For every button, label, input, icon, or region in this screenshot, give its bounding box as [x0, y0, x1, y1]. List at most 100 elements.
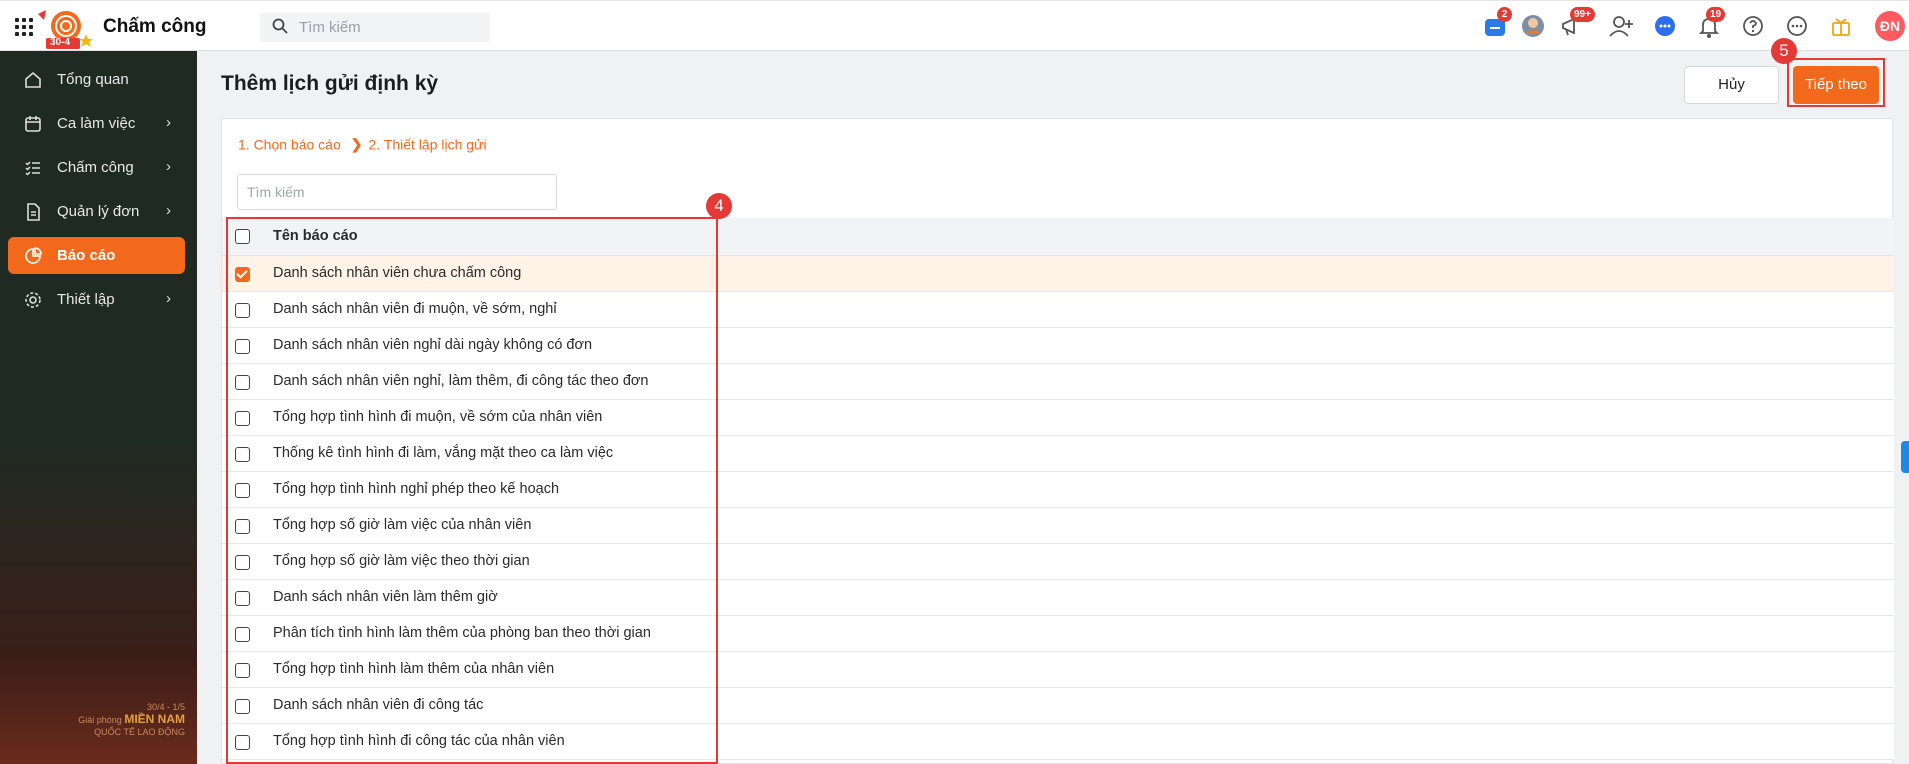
row-checkbox[interactable]	[235, 519, 250, 534]
table-row[interactable]: Danh sách nhân viên nghỉ dài ngày không …	[222, 328, 1894, 364]
row-checkbox[interactable]	[235, 591, 250, 606]
breadcrumb-step-2[interactable]: 2. Thiết lập lịch gửi	[368, 136, 486, 152]
sidebar-item-overview[interactable]: Tổng quan	[8, 61, 185, 98]
side-drawer-handle[interactable]	[1901, 441, 1909, 473]
table-row[interactable]: Tổng hợp tình hình làm thêm của nhân viê…	[222, 652, 1894, 688]
table-row[interactable]: Tổng hợp tình hình đi muộn, về sớm của n…	[222, 400, 1894, 436]
row-checkbox[interactable]	[235, 735, 250, 750]
checklist-icon	[25, 161, 40, 176]
report-name: Tổng hợp số giờ làm việc theo thời gian	[273, 553, 530, 569]
table-row[interactable]: Thống kê tình hình đi làm, vắng mặt theo…	[222, 436, 1894, 472]
row-checkbox[interactable]	[235, 339, 250, 354]
table-row[interactable]: Tổng hợp số giờ làm việc theo thời gian	[222, 544, 1894, 580]
more-icon[interactable]	[1782, 11, 1812, 41]
row-checkbox[interactable]	[235, 267, 250, 282]
chat-icon[interactable]	[1650, 11, 1680, 41]
row-checkbox[interactable]	[235, 411, 250, 426]
annotation-marker-4: 4	[706, 193, 732, 219]
row-checkbox[interactable]	[235, 303, 250, 318]
report-search-input[interactable]: Tìm kiếm	[237, 174, 557, 210]
page-title: Thêm lịch gửi định kỳ	[221, 72, 439, 95]
notify-badge: 19	[1706, 7, 1726, 22]
document-icon	[27, 203, 40, 221]
row-checkbox[interactable]	[235, 375, 250, 390]
cancel-button[interactable]: Hủy	[1684, 66, 1779, 104]
column-header-report-name: Tên báo cáo	[273, 228, 358, 244]
table-row[interactable]: Tổng hợp tình hình đi công tác của nhân …	[222, 724, 1894, 760]
logo-badge-text: 30-4	[50, 37, 71, 48]
report-selection-panel: 1. Chọn báo cáo ❯ 2. Thiết lập lịch gửi Tì…	[221, 118, 1894, 764]
report-name: Phân tích tình hình làm thêm của phòng b…	[273, 625, 651, 641]
table-row[interactable]: Tổng hợp số giờ làm việc của nhân viên	[222, 508, 1894, 544]
app-logo[interactable]: 30-4	[36, 8, 100, 50]
table-row[interactable]: Tổng hợp tình hình nghỉ phép theo kế hoạ…	[222, 472, 1894, 508]
top-bar: 30-4 Chấm công Tìm kiếm 2 99+ 19 ĐN	[0, 0, 1909, 51]
row-checkbox[interactable]	[235, 555, 250, 570]
sidebar-item-reports[interactable]: Báo cáo	[8, 237, 185, 274]
megaphone-icon[interactable]: 99+	[1558, 7, 1595, 41]
global-search[interactable]: Tìm kiếm	[260, 13, 490, 42]
sidebar-item-label: Ca làm việc	[57, 115, 136, 132]
sidebar-item-label: Tổng quan	[57, 71, 129, 88]
cart-badge: 2	[1497, 7, 1512, 22]
report-name: Tổng hợp tình hình làm thêm của nhân viê…	[273, 661, 555, 677]
promo-prefix: Giải phóng	[78, 715, 122, 725]
sidebar-item-settings[interactable]: Thiết lập ›	[8, 281, 185, 318]
promo-subline: QUỐC TẾ LAO ĐỘNG	[94, 727, 185, 737]
gear-icon	[25, 292, 41, 308]
row-checkbox[interactable]	[235, 447, 250, 462]
breadcrumb-step-1[interactable]: 1. Chọn báo cáo	[238, 136, 341, 152]
row-checkbox[interactable]	[235, 483, 250, 498]
apps-grid-icon[interactable]	[15, 18, 33, 36]
row-checkbox[interactable]	[235, 699, 250, 714]
add-user-icon[interactable]	[1606, 11, 1636, 41]
bell-icon[interactable]: 19	[1694, 7, 1726, 41]
annotation-marker-5: 5	[1771, 38, 1797, 64]
gift-icon[interactable]	[1826, 11, 1856, 41]
sidebar-item-requests[interactable]: Quản lý đơn ›	[8, 193, 185, 230]
table-header: Tên báo cáo	[222, 218, 1894, 256]
next-button[interactable]: Tiếp theo	[1793, 66, 1879, 104]
table-row[interactable]: Danh sách nhân viên đi muộn, về sớm, ngh…	[222, 292, 1894, 328]
promo-headline: MIỀN NAM	[124, 712, 185, 726]
sidebar-item-shifts[interactable]: Ca làm việc ›	[8, 105, 185, 142]
sidebar-item-label: Quản lý đơn	[57, 203, 140, 220]
report-name: Thống kê tình hình đi làm, vắng mặt theo…	[273, 445, 614, 461]
chevron-right-icon: ›	[166, 114, 171, 131]
row-checkbox[interactable]	[235, 627, 250, 642]
table-row[interactable]: Danh sách nhân viên nghỉ, làm thêm, đi c…	[222, 364, 1894, 400]
sidebar-item-label: Thiết lập	[57, 291, 115, 308]
announce-badge: 99+	[1570, 7, 1595, 22]
table-row[interactable]: Phân tích tình hình làm thêm của phòng b…	[222, 616, 1894, 652]
breadcrumb: 1. Chọn báo cáo ❯ 2. Thiết lập lịch gửi	[238, 135, 487, 153]
user-avatar[interactable]: ĐN	[1875, 11, 1905, 41]
report-name: Danh sách nhân viên đi muộn, về sớm, ngh…	[273, 301, 557, 317]
report-table: Tên báo cáo Danh sách nhân viên chưa chấ…	[222, 218, 1894, 760]
sidebar-promo-banner: 30/4 - 1/5 Giải phóng MIỀN NAM QUỐC TẾ L…	[50, 701, 185, 738]
cart-icon[interactable]: 2	[1480, 7, 1512, 41]
report-name: Danh sách nhân viên làm thêm giờ	[273, 589, 498, 605]
sidebar-item-label: Chấm công	[57, 159, 134, 176]
global-search-placeholder: Tìm kiếm	[299, 19, 361, 36]
report-name: Danh sách nhân viên nghỉ, làm thêm, đi c…	[273, 373, 649, 389]
table-row[interactable]: Danh sách nhân viên chưa chấm công	[222, 256, 1894, 292]
sidebar-item-label: Báo cáo	[57, 247, 116, 264]
row-checkbox[interactable]	[235, 663, 250, 678]
sidebar: Tổng quan Ca làm việc › Chấm công › Quản…	[0, 51, 197, 764]
user-avatar-icon[interactable]	[1518, 11, 1548, 41]
table-row[interactable]: Danh sách nhân viên đi công tác	[222, 688, 1894, 724]
search-icon	[272, 18, 288, 34]
sidebar-item-timekeeping[interactable]: Chấm công ›	[8, 149, 185, 186]
help-icon[interactable]	[1738, 11, 1768, 41]
next-button-highlight: Tiếp theo	[1787, 58, 1885, 107]
select-all-checkbox[interactable]	[235, 229, 250, 244]
report-search-placeholder: Tìm kiếm	[247, 184, 305, 200]
report-name: Tổng hợp tình hình đi muộn, về sớm của n…	[273, 409, 603, 425]
chevron-right-icon: ›	[166, 158, 171, 175]
table-row[interactable]: Danh sách nhân viên làm thêm giờ	[222, 580, 1894, 616]
home-icon	[25, 71, 41, 88]
report-name: Danh sách nhân viên nghỉ dài ngày không …	[273, 337, 593, 353]
report-name: Tổng hợp số giờ làm việc của nhân viên	[273, 517, 532, 533]
report-name: Danh sách nhân viên chưa chấm công	[273, 265, 522, 281]
chevron-right-icon: ›	[166, 290, 171, 307]
